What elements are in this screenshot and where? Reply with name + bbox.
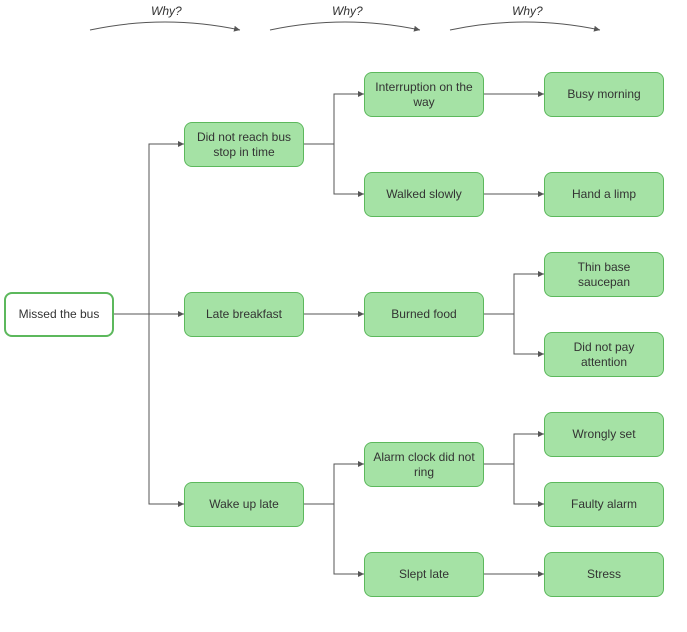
level3-node-2[interactable]: Thin base saucepan xyxy=(544,252,664,297)
level3-label-1: Hand a limp xyxy=(572,187,636,201)
level3-node-3[interactable]: Did not pay attention xyxy=(544,332,664,377)
level3-node-0[interactable]: Busy morning xyxy=(544,72,664,117)
why-label-2: Why? xyxy=(332,4,363,18)
level3-label-2: Thin base saucepan xyxy=(553,260,655,289)
level2-label-4: Slept late xyxy=(399,567,449,581)
level3-node-6[interactable]: Stress xyxy=(544,552,664,597)
level2-node-4[interactable]: Slept late xyxy=(364,552,484,597)
root-label: Missed the bus xyxy=(19,307,100,321)
level1-label-1: Late breakfast xyxy=(206,307,282,321)
level3-label-0: Busy morning xyxy=(567,87,640,101)
level3-node-1[interactable]: Hand a limp xyxy=(544,172,664,217)
why-label-3: Why? xyxy=(512,4,543,18)
level1-label-2: Wake up late xyxy=(209,497,279,511)
level2-label-1: Walked slowly xyxy=(386,187,462,201)
level2-label-3: Alarm clock did not ring xyxy=(373,450,475,479)
level3-label-6: Stress xyxy=(587,567,621,581)
level3-label-4: Wrongly set xyxy=(572,427,635,441)
level2-label-0: Interruption on the way xyxy=(373,80,475,109)
level2-node-0[interactable]: Interruption on the way xyxy=(364,72,484,117)
level1-label-0: Did not reach bus stop in time xyxy=(193,130,295,159)
level3-node-4[interactable]: Wrongly set xyxy=(544,412,664,457)
why-label-1: Why? xyxy=(151,4,182,18)
level3-node-5[interactable]: Faulty alarm xyxy=(544,482,664,527)
level1-node-1[interactable]: Late breakfast xyxy=(184,292,304,337)
level1-node-0[interactable]: Did not reach bus stop in time xyxy=(184,122,304,167)
level2-node-3[interactable]: Alarm clock did not ring xyxy=(364,442,484,487)
level2-node-1[interactable]: Walked slowly xyxy=(364,172,484,217)
level3-label-3: Did not pay attention xyxy=(553,340,655,369)
level1-node-2[interactable]: Wake up late xyxy=(184,482,304,527)
level2-label-2: Burned food xyxy=(391,307,456,321)
level3-label-5: Faulty alarm xyxy=(571,497,637,511)
root-node[interactable]: Missed the bus xyxy=(4,292,114,337)
level2-node-2[interactable]: Burned food xyxy=(364,292,484,337)
